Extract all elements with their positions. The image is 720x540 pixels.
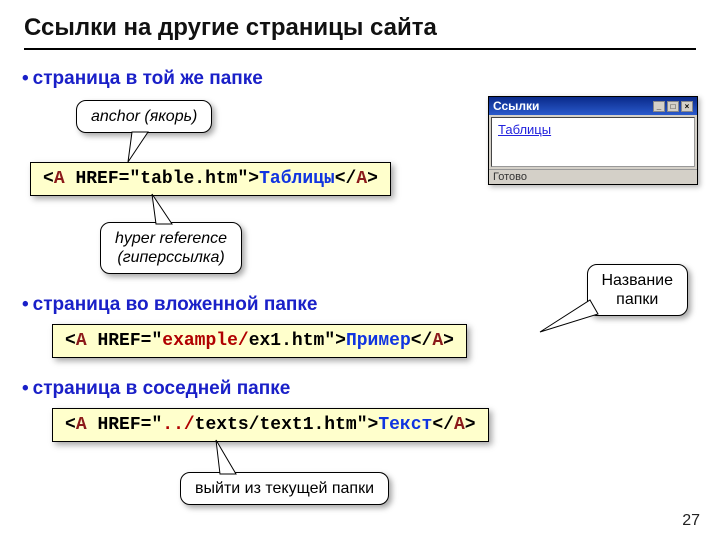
code-nested-folder: <A HREF="example/ex1.htm">Пример</A> [52,324,467,358]
code-token: " [237,169,248,189]
code-token: A [54,169,65,189]
callout-line: hyper reference [115,230,227,247]
pointer-hyper-ref [150,194,190,224]
code-token: " [324,331,335,351]
code-token: ../ [162,415,194,435]
code-token: example/ [162,331,248,351]
code-token: A [356,169,367,189]
code-token: " [151,415,162,435]
code-token: > [443,331,454,351]
code-token: </ [335,169,357,189]
pointer-go-up [212,440,252,474]
code-token: Текст [378,415,432,435]
callout-line: (гиперссылка) [117,249,224,266]
code-token: HREF= [75,169,129,189]
code-token: > [335,331,346,351]
code-token: > [367,169,378,189]
window-buttons: _ □ × [653,101,693,112]
callout-line: Название [602,272,674,289]
code-token: Пример [346,331,411,351]
bullet-same-folder: страница в той же папке [22,68,263,90]
screenshot-title: Ссылки [493,99,539,113]
browser-screenshot: Ссылки _ □ × Таблицы Готово [488,96,698,185]
screenshot-body: Таблицы [491,117,695,167]
code-token: " [129,169,140,189]
code-token: ex1.htm [249,331,325,351]
callout-anchor: anchor (якорь) [76,100,212,133]
close-icon: × [681,101,693,112]
code-sibling-folder: <A HREF="../texts/text1.htm">Текст</A> [52,408,489,442]
callout-line: папки [616,291,658,308]
code-token: > [248,169,259,189]
pointer-folder-name [540,300,600,340]
code-token: A [76,415,87,435]
code-token: > [465,415,476,435]
code-token: </ [411,331,433,351]
code-token [87,331,98,351]
bullet-nested-folder: страница во вложенной папке [22,294,317,316]
code-token: text1.htm [259,415,356,435]
code-token: A [454,415,465,435]
code-token: " [151,331,162,351]
callout-go-up: выйти из текущей папки [180,472,389,505]
title-underline [24,48,696,50]
code-token: A [432,331,443,351]
code-same-folder: <A HREF="table.htm">Таблицы</A> [30,162,391,196]
code-token: HREF= [97,415,151,435]
screenshot-titlebar: Ссылки _ □ × [489,97,697,115]
code-token: < [65,331,76,351]
code-token: texts/ [195,415,260,435]
code-token: HREF= [97,331,151,351]
callout-folder-name: Название папки [587,264,689,316]
code-token: </ [432,415,454,435]
code-token [87,415,98,435]
code-token: A [76,331,87,351]
bullet-sibling-folder: страница в соседней папке [22,378,290,400]
code-token: Таблицы [259,169,335,189]
code-token: < [43,169,54,189]
page-number: 27 [682,512,700,530]
screenshot-link: Таблицы [498,122,551,137]
code-token [65,169,76,189]
code-token: table.htm [140,169,237,189]
minimize-icon: _ [653,101,665,112]
page-title: Ссылки на другие страницы сайта [24,14,437,42]
code-token: " [357,415,368,435]
maximize-icon: □ [667,101,679,112]
screenshot-status: Готово [489,169,697,184]
code-token: > [368,415,379,435]
code-token: < [65,415,76,435]
callout-hyper-ref: hyper reference (гиперссылка) [100,222,242,274]
